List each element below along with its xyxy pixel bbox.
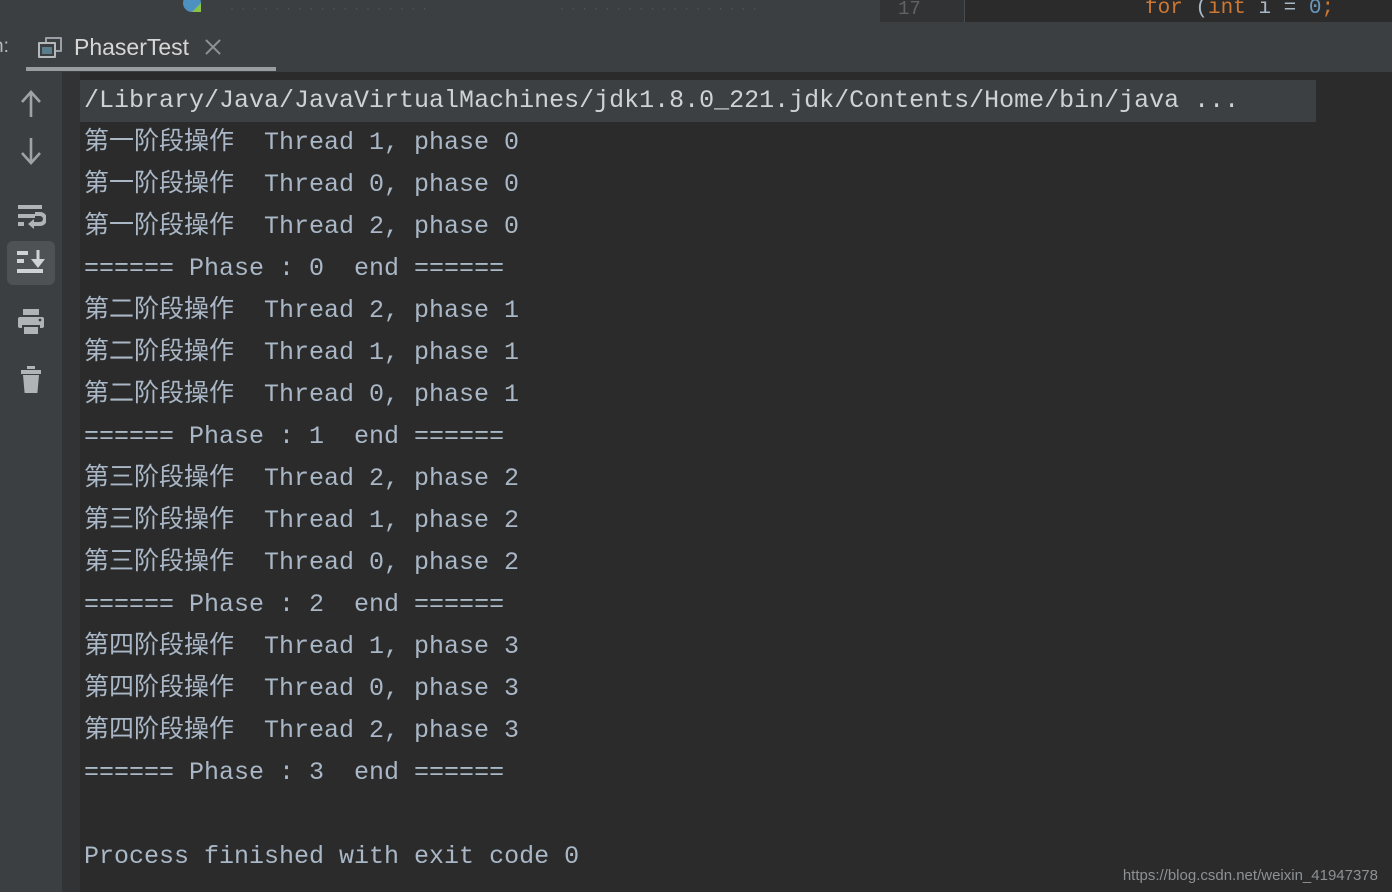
- console-line: 第二阶段操作 Thread 1, phase 1: [84, 338, 520, 367]
- console-output[interactable]: /Library/Java/JavaVirtualMachines/jdk1.8…: [80, 72, 1392, 892]
- console-command-line: /Library/Java/JavaVirtualMachines/jdk1.8…: [80, 80, 1316, 122]
- console-line: 第一阶段操作 Thread 2, phase 0: [84, 212, 520, 241]
- code-token-var: i: [1245, 0, 1284, 20]
- code-token-int: int: [1208, 0, 1246, 20]
- editor-sliver: · · · · · · · · · · · · · · · · · · · · …: [0, 0, 1392, 22]
- editor-toolbar-sliver: · · · · · · · · · · · · · · · · · · · · …: [0, 0, 880, 22]
- down-arrow-glyph: [21, 138, 41, 165]
- console-line: 第二阶段操作 Thread 0, phase 1: [84, 380, 520, 409]
- console-line: 第四阶段操作 Thread 1, phase 3: [84, 632, 520, 661]
- console-line: 第三阶段操作 Thread 0, phase 2: [84, 548, 520, 577]
- trash-glyph: [21, 366, 41, 393]
- scroll-to-end-icon[interactable]: [7, 241, 55, 285]
- console-line: ====== Phase : 0 end ======: [84, 254, 505, 283]
- scroll-to-end-glyph: [17, 250, 45, 273]
- console-line: 第一阶段操作 Thread 0, phase 0: [84, 170, 520, 199]
- up-arrow-glyph: [21, 90, 41, 117]
- soft-wrap-glyph: [18, 205, 46, 229]
- print-icon[interactable]: [7, 301, 55, 345]
- editor-toolbar-ghost-1: · · · · · · · · · · · · · · · · · ·: [230, 1, 429, 15]
- intellij-run-icon: [183, 0, 201, 12]
- console-toolbar: [0, 72, 62, 892]
- console-left-strip: [62, 72, 80, 892]
- console-line: 第一阶段操作 Thread 1, phase 0: [84, 128, 520, 157]
- tab-label: PhaserTest: [74, 33, 190, 60]
- console-line: ====== Phase : 1 end ======: [84, 422, 505, 451]
- up-arrow-icon[interactable]: [7, 82, 55, 126]
- code-fragment: for (int i = 0;: [1145, 0, 1334, 20]
- editor-code-sliver: for (int i = 0;: [965, 0, 1392, 22]
- print-glyph: [18, 309, 44, 336]
- code-token-eq: =: [1283, 0, 1309, 20]
- run-tool-window-tabstrip: n: PhaserTest: [0, 22, 1392, 72]
- editor-line-number: 17: [898, 0, 921, 20]
- console-line: 第四阶段操作 Thread 0, phase 3: [84, 674, 520, 703]
- console-line: 第四阶段操作 Thread 2, phase 3: [84, 716, 520, 745]
- console-line: 第三阶段操作 Thread 2, phase 2: [84, 464, 520, 493]
- code-token-paren: (: [1195, 0, 1209, 20]
- console-line: 第三阶段操作 Thread 1, phase 2: [84, 506, 520, 535]
- tab-active-underline: [26, 67, 276, 71]
- editor-toolbar-ghost-2: · · · · · · · · · · · · · · · · · ·: [560, 1, 759, 15]
- editor-gutter-sliver: [880, 0, 965, 22]
- watermark: https://blog.csdn.net/weixin_41947378: [1122, 867, 1378, 884]
- tool-window-title: n:: [0, 36, 9, 57]
- soft-wrap-icon[interactable]: [7, 195, 55, 239]
- trash-icon[interactable]: [7, 359, 55, 403]
- intellij-run-tool-window: · · · · · · · · · · · · · · · · · · · · …: [0, 0, 1392, 892]
- code-token-for: for: [1145, 0, 1196, 20]
- console-line: ====== Phase : 2 end ======: [84, 590, 505, 619]
- run-configuration-icon: [38, 36, 62, 58]
- console-exit-line: Process finished with exit code 0: [84, 842, 580, 871]
- console-line: ====== Phase : 3 end ======: [84, 758, 505, 787]
- close-icon[interactable]: [203, 37, 223, 57]
- console-line: 第二阶段操作 Thread 2, phase 1: [84, 296, 520, 325]
- code-token-semicolon: ;: [1321, 0, 1335, 20]
- down-arrow-icon[interactable]: [7, 129, 55, 173]
- code-token-zero: 0: [1308, 0, 1322, 20]
- tab-phasertest[interactable]: PhaserTest: [28, 22, 233, 72]
